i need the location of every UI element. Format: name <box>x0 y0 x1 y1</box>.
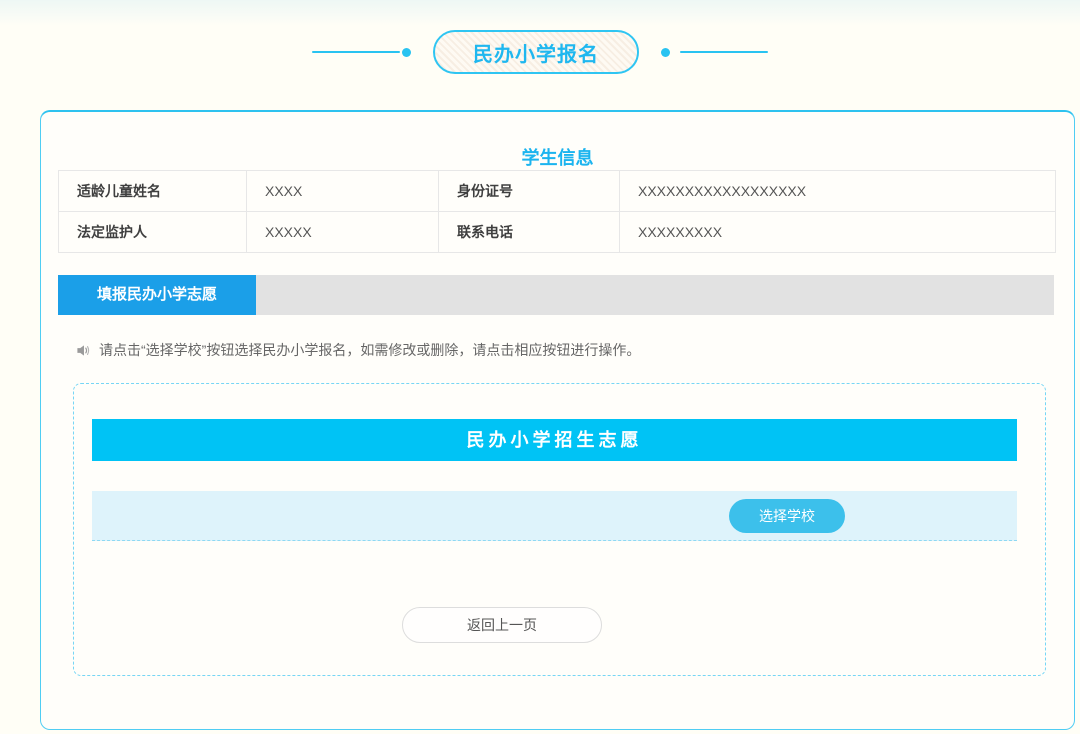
table-row: 法定监护人 XXXXX 联系电话 XXXXXXXXX <box>58 211 1056 253</box>
ornament-line-right <box>680 51 768 53</box>
student-info-table: 适龄儿童姓名 XXXX 身份证号 XXXXXXXXXXXXXXXXXX 法定监护… <box>58 170 1056 253</box>
back-button[interactable]: 返回上一页 <box>402 607 602 643</box>
ornament-line-left <box>312 51 400 53</box>
child-name-value: XXXX <box>246 170 439 212</box>
phone-value: XXXXXXXXX <box>619 211 1056 253</box>
ornament-dot-right <box>661 47 670 57</box>
back-button-row: 返回上一页 <box>74 607 1045 643</box>
id-number-value: XXXXXXXXXXXXXXXXXX <box>619 170 1056 212</box>
tab-fill-volunteer[interactable]: 填报民办小学志愿 <box>58 275 256 315</box>
select-school-button[interactable]: 选择学校 <box>729 499 845 533</box>
tab-bar-filler <box>256 275 1054 315</box>
student-info-title: 学生信息 <box>521 148 594 168</box>
speaker-icon <box>77 344 90 356</box>
instruction-notice: 请点击“选择学校”按钮选择民办小学报名，如需修改或删除，请点击相应按钮进行操作。 <box>76 341 1074 359</box>
page-title: 民办小学报名 <box>473 43 599 66</box>
phone-label: 联系电话 <box>438 211 620 253</box>
ornament-dot-left <box>402 47 411 57</box>
guardian-label: 法定监护人 <box>58 211 247 253</box>
instruction-text: 请点击“选择学校”按钮选择民办小学报名，如需修改或删除，请点击相应按钮进行操作。 <box>99 342 641 358</box>
table-row: 适龄儿童姓名 XXXX 身份证号 XXXXXXXXXXXXXXXXXX <box>58 170 1056 212</box>
id-number-label: 身份证号 <box>438 170 620 212</box>
volunteer-panel: 民办小学招生志愿 选择学校 返回上一页 <box>73 383 1046 676</box>
child-name-label: 适龄儿童姓名 <box>58 170 247 212</box>
page-title-badge: 民办小学报名 <box>433 30 639 74</box>
school-choice-row: 选择学校 <box>92 491 1017 541</box>
guardian-value: XXXXX <box>246 211 439 253</box>
volunteer-tab-bar: 填报民办小学志愿 <box>58 275 1054 315</box>
registration-card: 学生信息 适龄儿童姓名 XXXX 身份证号 XXXXXXXXXXXXXXXXXX… <box>40 110 1075 730</box>
volunteer-panel-title: 民办小学招生志愿 <box>92 419 1017 461</box>
page-header-ornament: 民办小学报名 <box>0 30 1080 74</box>
